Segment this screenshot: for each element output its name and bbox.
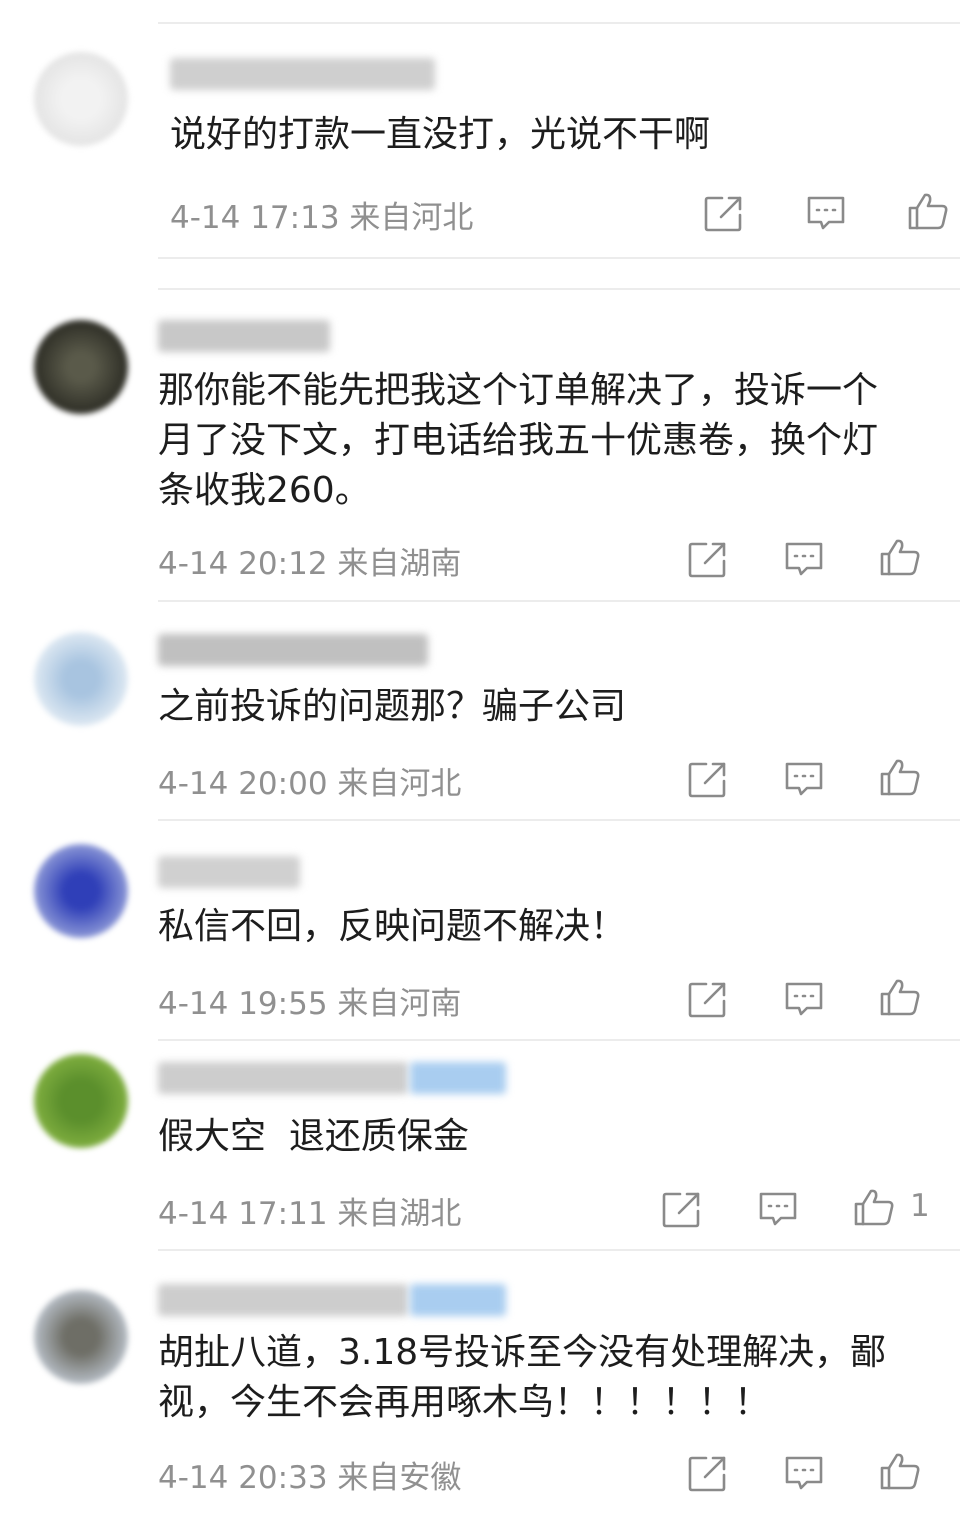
username-blurred[interactable] (170, 58, 435, 90)
thumbs-up-icon[interactable] (878, 757, 922, 797)
comment-meta: 4-14 20:00 来自河北 (158, 758, 461, 803)
comment-time: 4-14 20:33 (158, 1460, 328, 1496)
comment-icon[interactable] (804, 193, 848, 233)
comment-item: 那你能不能先把我这个订单解决了，投诉一个 月了没下文，打电话给我五十优惠卷，换个… (0, 262, 960, 602)
comment-text: 之前投诉的问题那？骗子公司 (158, 686, 627, 727)
share-icon[interactable] (702, 193, 746, 233)
avatar[interactable] (34, 632, 128, 726)
divider (158, 22, 960, 24)
username-blurred[interactable] (158, 1062, 408, 1094)
comment-item: 之前投诉的问题那？骗子公司 4-14 20:00 来自河北 (0, 600, 960, 821)
comment-location: 来自安徽 (337, 1460, 462, 1496)
comment-item: 私信不回，反映问题不解决！ 4-14 19:55 来自河南 (0, 820, 960, 1041)
share-icon[interactable] (686, 979, 730, 1019)
comment-item: 假大空 退还质保金 4-14 17:11 来自湖北 1 (0, 1040, 960, 1251)
username-blurred[interactable] (158, 856, 300, 888)
divider (158, 288, 960, 290)
comment-meta: 4-14 17:11 来自湖北 (158, 1188, 461, 1233)
divider (158, 257, 960, 259)
comment-location: 来自河南 (337, 986, 462, 1022)
thumbs-up-icon[interactable] (878, 977, 922, 1017)
comment-meta: 4-14 20:33 来自安徽 (158, 1452, 461, 1497)
avatar[interactable] (34, 844, 128, 938)
comment-meta: 4-14 17:13 来自河北 (170, 192, 473, 237)
comment-text: 私信不回，反映问题不解决！ (158, 906, 627, 947)
comment-time: 4-14 20:12 (158, 546, 328, 582)
comment-time: 4-14 17:11 (158, 1196, 328, 1232)
thumbs-up-icon[interactable] (906, 191, 950, 231)
avatar[interactable] (34, 320, 128, 414)
comment-location: 来自河北 (349, 200, 474, 236)
username-blurred[interactable] (158, 634, 428, 666)
comment-location: 来自湖南 (337, 546, 462, 582)
comment-text: 说好的打款一直没打，光说不干啊 (170, 114, 711, 155)
avatar[interactable] (34, 1054, 128, 1148)
avatar[interactable] (34, 1290, 128, 1384)
comment-text: 那你能不能先把我这个订单解决了，投诉一个 月了没下文，打电话给我五十优惠卷，换个… (158, 370, 879, 511)
comment-text: 假大空 退还质保金 (158, 1116, 469, 1157)
comment-meta: 4-14 20:12 来自湖南 (158, 538, 461, 583)
thumbs-up-icon[interactable] (852, 1187, 896, 1227)
comment-time: 4-14 20:00 (158, 766, 328, 802)
comment-time: 4-14 19:55 (158, 986, 328, 1022)
share-icon[interactable] (686, 1453, 730, 1493)
comment-icon[interactable] (782, 759, 826, 799)
comment-icon[interactable] (782, 979, 826, 1019)
username-blurred[interactable] (158, 320, 330, 352)
share-icon[interactable] (686, 539, 730, 579)
badge-blurred (410, 1062, 506, 1094)
badge-blurred (410, 1284, 506, 1316)
comment-text: 胡扯八道，3.18号投诉至今没有处理解决，鄙 视，今生不会再用啄木鸟！！！！！！ (158, 1332, 887, 1423)
comment-icon[interactable] (782, 539, 826, 579)
comment-icon[interactable] (756, 1189, 800, 1229)
comment-location: 来自湖北 (337, 1196, 462, 1232)
comment-time: 4-14 17:13 (170, 200, 340, 236)
like-count: 1 (910, 1188, 930, 1224)
thumbs-up-icon[interactable] (878, 1451, 922, 1491)
avatar[interactable] (34, 52, 128, 146)
username-blurred[interactable] (158, 1284, 408, 1316)
comment-item: 胡扯八道，3.18号投诉至今没有处理解决，鄙 视，今生不会再用啄木鸟！！！！！！… (0, 1250, 960, 1517)
comment-icon[interactable] (782, 1453, 826, 1493)
comment-meta: 4-14 19:55 来自河南 (158, 978, 461, 1023)
share-icon[interactable] (660, 1189, 704, 1229)
comment-location: 来自河北 (337, 766, 462, 802)
share-icon[interactable] (686, 759, 730, 799)
comment-item: 说好的打款一直没打，光说不干啊 4-14 17:13 来自河北 (0, 0, 960, 262)
thumbs-up-icon[interactable] (878, 537, 922, 577)
